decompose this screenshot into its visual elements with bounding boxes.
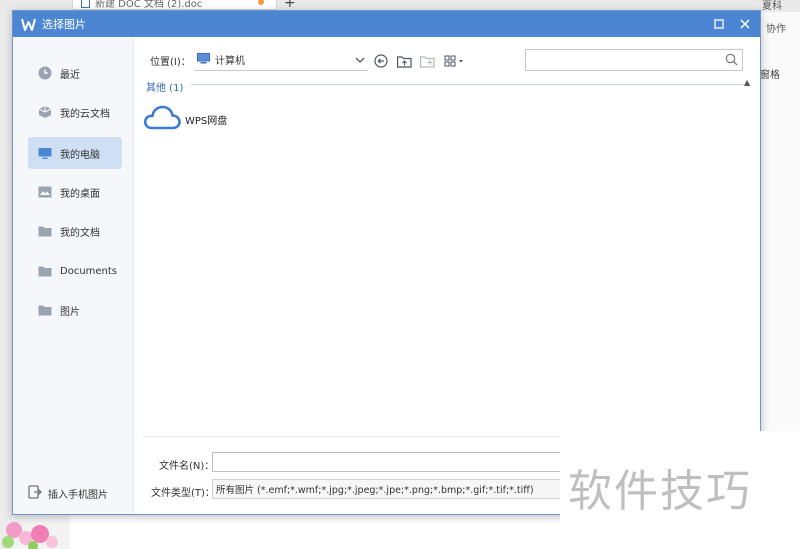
list-item-wps-cloud-drive[interactable]: WPS网盘 (143, 105, 253, 133)
background-doc-tab-title: 新建 DOC 文档 (2).doc (95, 0, 203, 10)
background-pane-label[interactable]: 窗格 (760, 66, 780, 81)
sidebar-item-label: 最近 (60, 69, 80, 81)
group-header-other: 其他 (1) (146, 83, 184, 94)
background-left-edge (0, 12, 12, 549)
sidebar-item-label: 我的桌面 (60, 188, 100, 200)
up-folder-button[interactable] (395, 52, 413, 70)
view-grid-icon (444, 55, 463, 67)
clock-icon (30, 66, 60, 80)
insert-phone-picture-button[interactable]: 插入手机图片 (28, 485, 108, 502)
back-button[interactable] (372, 52, 390, 70)
chevron-down-icon (355, 54, 365, 67)
location-label: 位置(I)： (150, 57, 191, 68)
document-icon (81, 0, 90, 8)
sidebar-item-label: 图片 (60, 306, 80, 318)
background-doc-tab[interactable]: 新建 DOC 文档 (2).doc (72, 0, 277, 10)
search-box[interactable] (525, 49, 743, 71)
sidebar-item-documents[interactable]: Documents (28, 255, 122, 287)
unsaved-dot-icon (258, 0, 264, 5)
wps-logo-icon (21, 17, 36, 32)
filename-label: 文件名(N)： (159, 461, 215, 472)
sidebar-item-label: 我的文档 (60, 227, 100, 239)
new-folder-button[interactable] (418, 52, 436, 70)
collapse-group-icon[interactable]: ▲ (744, 78, 750, 87)
watermark-text: 软件技巧 (568, 466, 752, 517)
location-dropdown[interactable]: 计算机 (194, 49, 368, 71)
maximize-button[interactable] (710, 15, 728, 33)
dialog-titlebar[interactable]: 选择图片 (13, 11, 760, 37)
folder-icon (30, 225, 60, 237)
location-value: 计算机 (215, 56, 245, 67)
insert-phone-picture-label: 插入手机图片 (48, 490, 108, 501)
search-icon[interactable] (725, 53, 738, 69)
view-mode-button[interactable] (443, 52, 467, 70)
dialog-sidebar: 最近 我的云文档 我的电脑 我的桌面 我的文档 Documents 图片 插入手… (13, 37, 134, 514)
background-collab-label[interactable]: 协作 (766, 20, 786, 35)
sidebar-item-my-computer[interactable]: 我的电脑 (28, 137, 122, 169)
sidebar-item-label: Documents (60, 265, 118, 277)
background-user-label: 夏科 (762, 1, 782, 12)
filetype-dropdown[interactable]: 所有图片 (*.emf;*.wmf;*.jpg;*.jpeg;*.jpe;*.p… (212, 479, 572, 499)
phone-import-icon (28, 485, 42, 502)
filetype-value: 所有图片 (*.emf;*.wmf;*.jpg;*.jpeg;*.jpe;*.p… (216, 485, 534, 496)
sidebar-item-label: 我的云文档 (60, 108, 110, 120)
sidebar-item-recent[interactable]: 最近 (28, 57, 122, 89)
folder-icon (30, 304, 60, 316)
close-button[interactable] (736, 15, 754, 33)
filename-input[interactable] (213, 453, 571, 471)
group-divider (191, 84, 744, 85)
filetype-label: 文件类型(T)： (151, 488, 215, 499)
back-icon (374, 54, 388, 68)
file-item-label: WPS网盘 (185, 115, 228, 127)
sidebar-item-pictures[interactable]: 图片 (28, 294, 122, 326)
sidebar-item-cloud-docs[interactable]: 我的云文档 (28, 96, 122, 128)
sidebar-item-my-documents[interactable]: 我的文档 (28, 215, 122, 247)
dialog-title: 选择图片 (42, 18, 86, 31)
close-icon (740, 19, 750, 29)
desktop-icon (30, 186, 60, 198)
cloud-doc-icon (30, 105, 60, 119)
search-input[interactable] (526, 50, 716, 70)
sidebar-item-my-desktop[interactable]: 我的桌面 (28, 176, 122, 208)
sidebar-item-label: 我的电脑 (60, 149, 100, 161)
maximize-icon (714, 19, 724, 29)
computer-icon (197, 52, 210, 67)
monitor-icon (30, 147, 60, 160)
up-folder-icon (396, 55, 412, 68)
cloud-drive-icon (143, 105, 181, 134)
new-folder-icon (419, 55, 435, 68)
background-document-page (70, 515, 560, 549)
filename-field[interactable] (212, 452, 572, 472)
folder-icon (30, 265, 60, 277)
